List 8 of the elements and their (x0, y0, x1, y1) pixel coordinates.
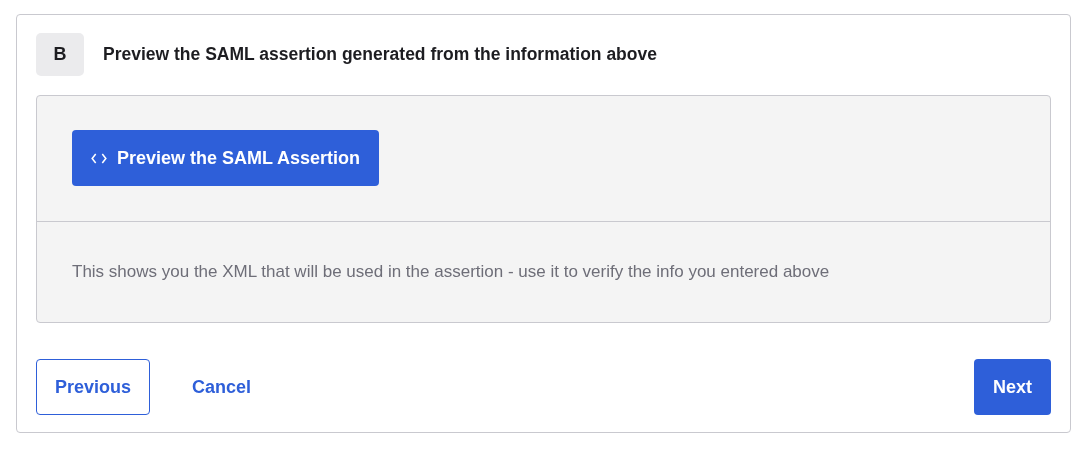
step-badge: B (36, 33, 84, 76)
preview-button[interactable]: Preview the SAML Assertion (72, 130, 380, 186)
code-icon (91, 152, 107, 164)
cancel-link[interactable]: Cancel (172, 359, 272, 415)
previous-button[interactable]: Previous (36, 359, 151, 415)
step-title: Preview the SAML assertion generated from the information above (103, 44, 657, 65)
description-text: This shows you the XML that will be used in the assertion - use it to verify the info you entered above (72, 262, 830, 281)
next-button[interactable]: Next (974, 359, 1051, 415)
